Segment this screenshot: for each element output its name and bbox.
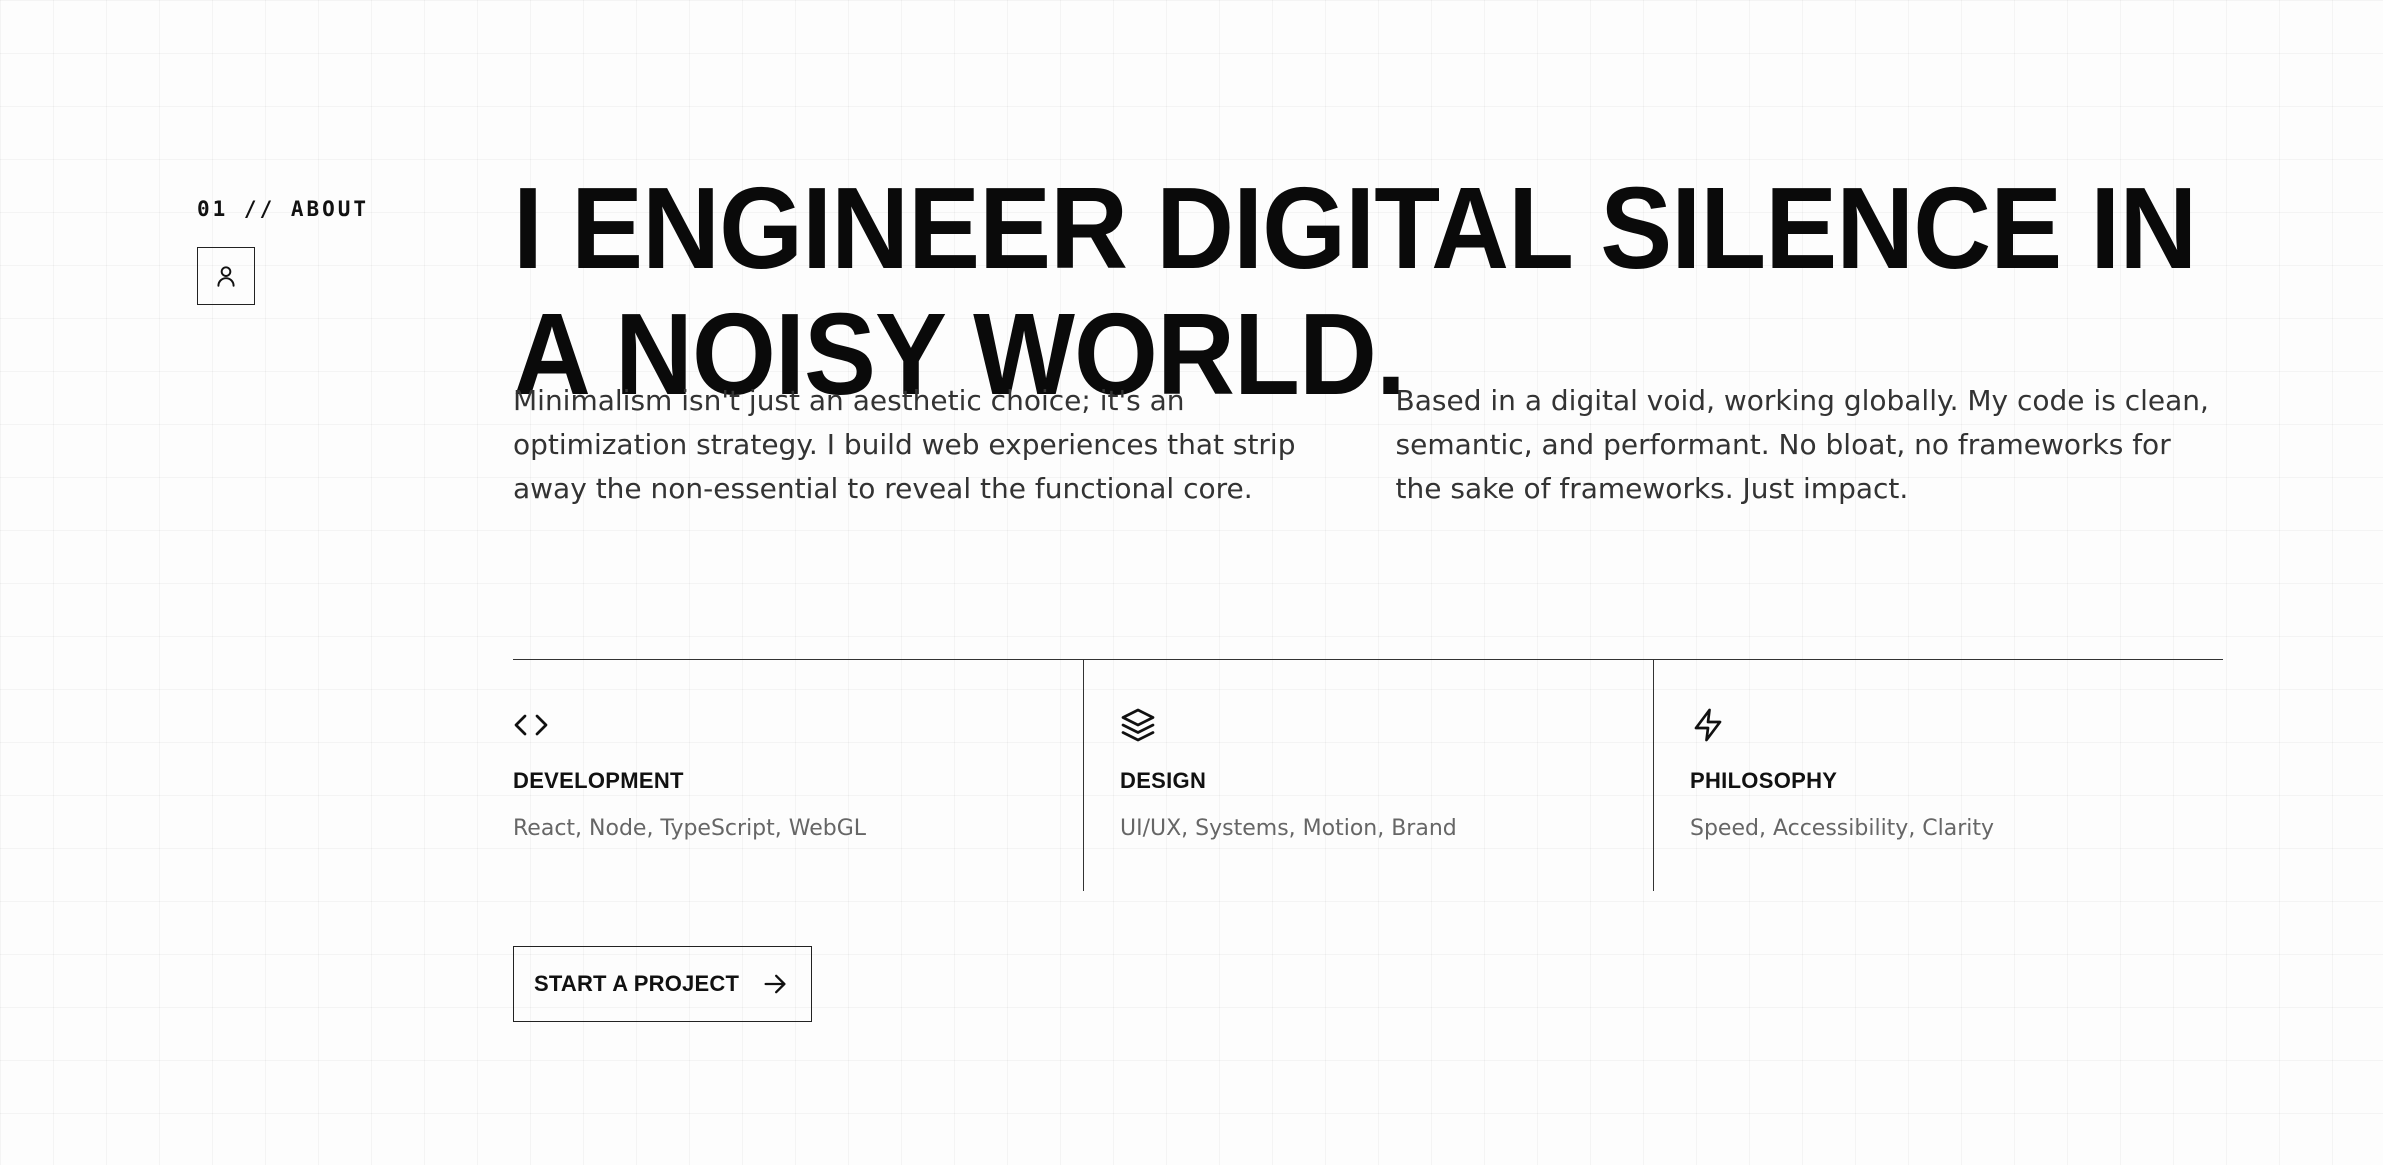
skill-philosophy: PHILOSOPHY Speed, Accessibility, Clarity [1653, 660, 2223, 891]
section-label: 01 // ABOUT [197, 197, 370, 221]
skill-title: PHILOSOPHY [1690, 768, 1838, 793]
skill-development: DEVELOPMENT React, Node, TypeScript, Web… [513, 660, 1083, 891]
skill-design: DESIGN UI/UX, Systems, Motion, Brand [1083, 660, 1653, 891]
skill-description: Speed, Accessibility, Clarity [1690, 816, 1995, 841]
skill-title: DEVELOPMENT [513, 768, 684, 793]
skill-description: React, Node, TypeScript, WebGL [513, 816, 867, 841]
intro-paragraph-right: Based in a digital void, working globall… [1395, 384, 2209, 505]
user-icon [217, 266, 235, 287]
layers-icon [1121, 708, 1155, 742]
intro-paragraph-left: Minimalism isn't just an aesthetic choic… [513, 384, 1296, 505]
intro-text: Minimalism isn't just an aesthetic choic… [513, 379, 2223, 511]
user-icon-box [197, 247, 255, 305]
about-section: I ENGINEER DIGITAL SILENCE IN A NOISY WO… [513, 165, 2223, 1022]
start-project-button[interactable]: START A PROJECT [513, 946, 813, 1022]
start-project-label: START A PROJECT [534, 971, 740, 996]
section-sidebar: 01 // ABOUT [197, 194, 369, 305]
skills-grid: DEVELOPMENT React, Node, TypeScript, Web… [513, 659, 2223, 891]
lightning-icon [1694, 708, 1722, 742]
skill-title: DESIGN [1120, 768, 1207, 793]
skill-description: UI/UX, Systems, Motion, Brand [1120, 816, 1457, 841]
code-icon [514, 714, 548, 736]
arrow-right-icon [764, 974, 786, 994]
